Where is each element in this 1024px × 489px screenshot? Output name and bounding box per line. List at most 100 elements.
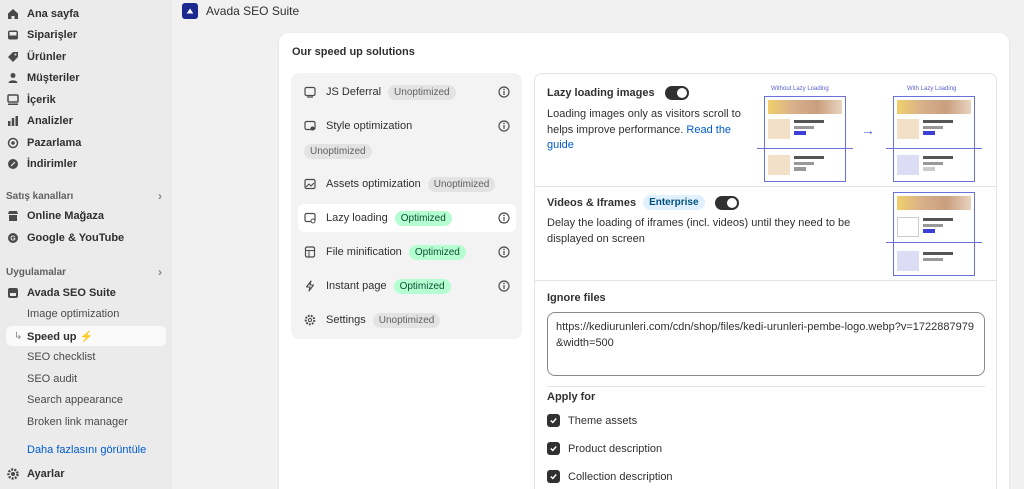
lazy-loading-settings-panel: Lazy loading images Loading images only … xyxy=(534,73,997,489)
view-more-link[interactable]: Daha fazlasını görüntüle xyxy=(27,444,146,456)
apply-product-description[interactable]: Product description xyxy=(547,442,662,455)
solutions-list: JS Deferral Unoptimized Style optimizati… xyxy=(291,73,522,339)
content-icon xyxy=(7,94,19,106)
sidebar-item-label: İçerik xyxy=(27,94,56,106)
app-title: Avada SEO Suite xyxy=(206,4,300,18)
status-badge: Optimized xyxy=(408,244,466,260)
sidebar-item-label: Ürünler xyxy=(27,51,67,63)
arrow-right-icon: → xyxy=(861,122,875,138)
sidebar-item-label: Analizler xyxy=(27,115,73,127)
sales-channels-section[interactable]: Satış kanalları › xyxy=(6,189,162,203)
info-icon[interactable] xyxy=(498,212,510,224)
person-icon xyxy=(7,72,19,84)
lazy-images-description: Loading images only as visitors scroll t… xyxy=(547,108,741,151)
sidebar-item-products[interactable]: Ürünler xyxy=(0,47,166,67)
chevron-right-icon: › xyxy=(158,189,162,203)
info-icon[interactable] xyxy=(498,120,510,132)
js-icon xyxy=(304,86,316,98)
sidebar-item-discounts[interactable]: İndirimler xyxy=(0,154,166,174)
app-icon xyxy=(7,287,19,299)
assets-icon xyxy=(304,178,316,190)
apply-theme-assets[interactable]: Theme assets xyxy=(547,414,637,427)
sidebar-subitem-seo-checklist[interactable]: SEO checklist xyxy=(27,347,95,367)
apply-collection-description[interactable]: Collection description xyxy=(547,470,673,483)
solution-assets-optimization[interactable]: Assets optimization Unoptimized xyxy=(298,170,516,198)
without-lazy-label: Without Lazy Loading xyxy=(771,86,829,92)
sidebar-item-content[interactable]: İçerik xyxy=(0,90,166,110)
without-lazy-illustration xyxy=(764,96,846,182)
speed-up-card: Our speed up solutions JS Deferral Unopt… xyxy=(279,33,1009,489)
with-lazy-illustration xyxy=(893,96,975,182)
ignore-files-label: Ignore files xyxy=(547,292,606,304)
sidebar-item-label: Siparişler xyxy=(27,29,78,41)
videos-illustration xyxy=(893,192,975,276)
svg-text:G: G xyxy=(10,236,16,243)
sidebar-subitem-seo-audit[interactable]: SEO audit xyxy=(27,369,77,389)
status-badge: Unoptimized xyxy=(372,312,441,328)
avada-logo-icon xyxy=(182,3,198,19)
videos-iframes-toggle[interactable] xyxy=(714,195,739,210)
bar-chart-icon xyxy=(7,115,19,127)
sidebar-item-analytics[interactable]: Analizler xyxy=(0,111,166,131)
info-icon[interactable] xyxy=(498,246,510,258)
lazy-icon xyxy=(304,212,316,224)
sidebar-item-label: Müşteriler xyxy=(27,72,80,84)
checkbox[interactable] xyxy=(547,470,560,483)
videos-iframes-description: Delay the loading of iframes (incl. vide… xyxy=(547,217,851,245)
card-title: Our speed up solutions xyxy=(292,46,415,58)
apps-section[interactable]: Uygulamalar › xyxy=(6,265,162,279)
sidebar-item-label: Ayarlar xyxy=(27,468,65,480)
lazy-images-toggle[interactable] xyxy=(664,86,689,100)
sidebar: Ana sayfa Siparişler Ürünler Müşteriler … xyxy=(0,0,172,489)
gear-icon xyxy=(7,468,19,480)
checkbox[interactable] xyxy=(547,442,560,455)
tag-icon xyxy=(7,51,19,63)
with-lazy-label: With Lazy Loading xyxy=(907,86,957,92)
sidebar-subitem-search-appearance[interactable]: Search appearance xyxy=(27,390,123,410)
lazy-images-title: Lazy loading images xyxy=(547,86,689,100)
style-icon xyxy=(304,120,316,132)
tree-arrow-icon: ↳ xyxy=(14,330,23,342)
status-badge: Unoptimized xyxy=(388,84,456,100)
sidebar-item-online-store[interactable]: Online Mağaza xyxy=(0,206,166,226)
videos-iframes-title: Videos & Iframes Enterprise xyxy=(547,195,739,210)
apply-for-label: Apply for xyxy=(547,391,596,403)
gear-icon xyxy=(304,314,316,326)
target-icon xyxy=(7,137,19,149)
sidebar-item-label: Pazarlama xyxy=(27,137,82,149)
sidebar-item-label: Online Mağaza xyxy=(27,210,105,222)
inbox-icon xyxy=(7,29,19,41)
sidebar-subitem-speed-up[interactable]: ↳ Speed up ⚡ xyxy=(6,326,166,346)
sidebar-item-label: Avada SEO Suite xyxy=(27,287,116,299)
sidebar-item-settings[interactable]: Ayarlar xyxy=(0,464,166,484)
sidebar-item-label: Google & YouTube xyxy=(27,232,125,244)
checkbox[interactable] xyxy=(547,414,560,427)
status-badge: Unoptimized xyxy=(427,176,496,192)
file-icon xyxy=(304,246,316,258)
ignore-files-textarea[interactable]: https://kediurunleri.com/cdn/shop/files/… xyxy=(547,312,985,376)
solution-lazy-loading[interactable]: Lazy loading Optimized xyxy=(298,204,516,232)
info-icon[interactable] xyxy=(498,86,510,98)
info-icon[interactable] xyxy=(498,280,510,292)
sidebar-item-google-youtube[interactable]: G Google & YouTube xyxy=(0,228,166,248)
chevron-right-icon: › xyxy=(158,265,162,279)
solution-js-deferral[interactable]: JS Deferral Unoptimized xyxy=(298,78,516,106)
sidebar-subitem-image-optimization[interactable]: Image optimization xyxy=(27,304,119,324)
google-icon: G xyxy=(7,232,19,244)
sidebar-item-marketing[interactable]: Pazarlama xyxy=(0,133,166,153)
solution-settings[interactable]: Settings Unoptimized xyxy=(298,306,516,334)
store-icon xyxy=(7,210,19,222)
solution-style-optimization[interactable]: Style optimization xyxy=(298,112,516,140)
status-badge: Unoptimized xyxy=(304,144,372,159)
sidebar-subitem-broken-link-manager[interactable]: Broken link manager xyxy=(27,412,128,432)
sidebar-item-avada-seo[interactable]: Avada SEO Suite xyxy=(0,283,166,303)
status-badge: Optimized xyxy=(393,278,451,294)
sidebar-item-home[interactable]: Ana sayfa xyxy=(0,4,166,24)
sidebar-item-orders[interactable]: Siparişler xyxy=(0,25,166,45)
discount-icon xyxy=(7,158,19,170)
solution-file-minification[interactable]: File minification Optimized xyxy=(298,238,516,266)
solution-instant-page[interactable]: Instant page Optimized xyxy=(298,272,516,300)
enterprise-badge: Enterprise xyxy=(643,195,705,210)
sidebar-item-customers[interactable]: Müşteriler xyxy=(0,68,166,88)
sidebar-item-label: İndirimler xyxy=(27,158,78,170)
